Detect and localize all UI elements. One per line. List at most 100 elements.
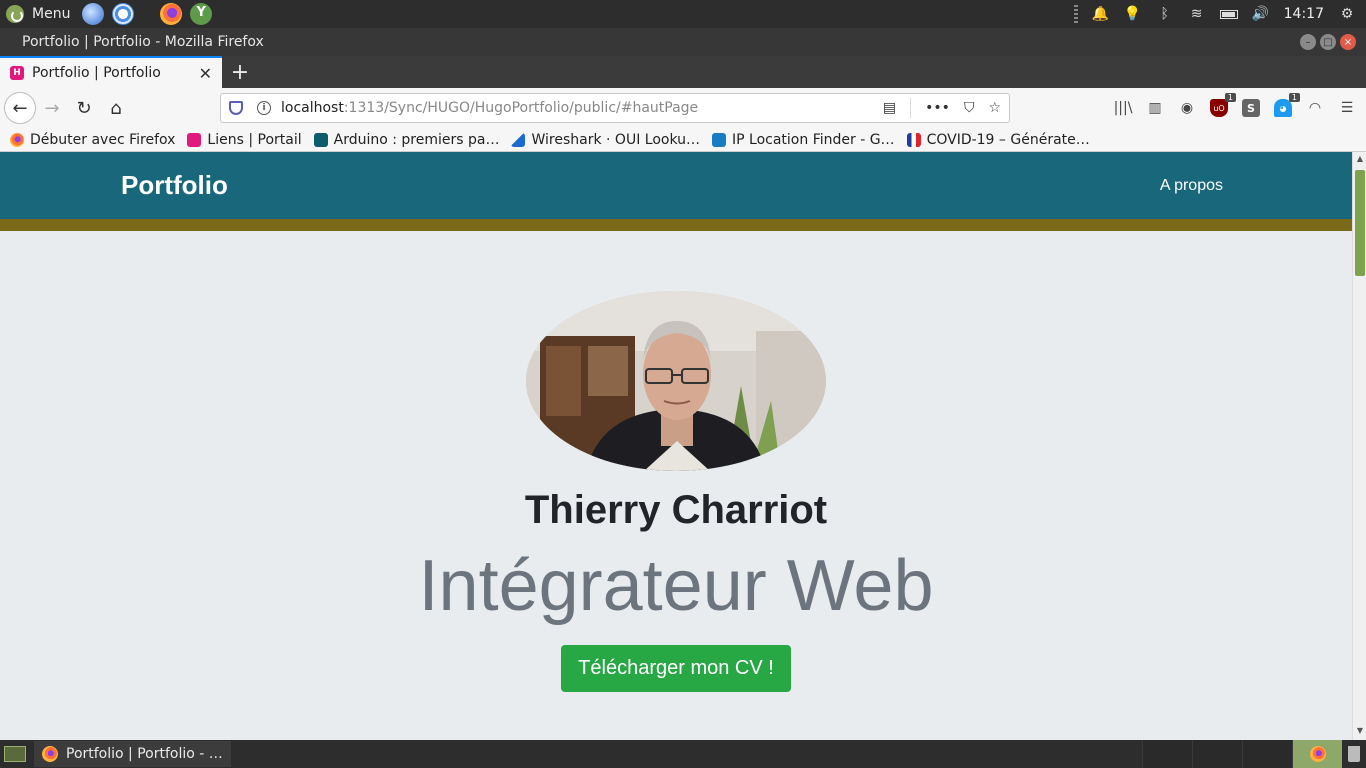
bookmark-item[interactable]: COVID-19 – Générate… [906,131,1090,148]
profile-name: Thierry Charriot [524,488,828,532]
site-header: Portfolio A propos [0,152,1352,219]
url-text[interactable]: localhost:1313/Sync/HUGO/HugoPortfolio/p… [281,100,698,116]
site-brand[interactable]: Portfolio [121,170,228,201]
taskbar-window-label: Portfolio | Portfolio - … [66,746,223,762]
forward-button[interactable]: → [36,92,68,124]
scroll-up-icon[interactable]: ▲ [1355,154,1365,166]
os-menu-label: Menu [32,6,71,22]
tracking-protection-shield-icon[interactable] [229,101,243,115]
bookmark-label: COVID-19 – Générate… [926,131,1090,148]
home-button[interactable]: ⌂ [100,92,132,124]
url-separator [910,98,912,118]
taskbar-firefox-window[interactable]: Portfolio | Portfolio - … [34,741,231,767]
os-clock[interactable]: 14:17 [1284,6,1324,22]
reader-view-icon[interactable]: ▤ [883,100,896,116]
nav-link-a-propos[interactable]: A propos [1160,177,1223,195]
ghostery-icon[interactable]: ◕ 1 [1274,93,1300,117]
page-scrollbar[interactable]: ▲ ▼ [1352,152,1366,740]
workspace-3[interactable] [1242,740,1292,768]
back-button[interactable]: ← [4,92,36,124]
profile-photo [526,291,826,471]
tray-grip-icon [1073,5,1078,23]
bookmark-item[interactable]: Wireshark · OUI Looku… [511,132,700,148]
window-maximize-button[interactable]: □ [1320,34,1336,50]
show-desktop-icon[interactable] [4,746,26,762]
firefox-icon [1309,746,1326,762]
url-path: :1313/Sync/HUGO/HugoPortfolio/public/#ha… [343,100,699,116]
workspace-1[interactable] [1142,740,1192,768]
yt-downloader-icon[interactable] [190,3,213,25]
scroll-down-icon[interactable]: ▼ [1355,726,1365,738]
chromium-icon[interactable] [112,3,135,25]
header-accent-strip [0,219,1352,231]
mint-logo-icon [6,5,24,23]
bookmark-label: Arduino : premiers pa… [333,131,500,148]
window-close-button[interactable]: × [1340,34,1356,50]
ublock-origin-icon[interactable]: uO 1 [1210,93,1236,117]
bookmark-item[interactable]: Liens | Portail [187,131,302,148]
hamburger-menu-icon[interactable]: ☰ [1338,99,1356,117]
firefox-icon[interactable] [160,3,183,25]
thunderbird-icon[interactable] [82,3,105,25]
wifi-icon[interactable]: ≋ [1188,5,1206,23]
window-title-bar: Portfolio | Portfolio - Mozilla Firefox … [0,28,1366,56]
bluetooth-icon[interactable]: ᛒ [1156,5,1174,23]
toolbar-icons: |||\ ▥ ◉ uO 1 S ◕ 1 ◠ ☰ [1114,88,1366,128]
workspace-4[interactable] [1292,740,1342,768]
settings-gear-icon[interactable]: ⚙ [1338,5,1356,23]
os-launchers [82,3,213,25]
account-icon[interactable]: ◉ [1178,99,1196,117]
page-actions-icon[interactable]: ••• [925,100,950,116]
bookmark-label: IP Location Finder - G… [732,131,895,148]
bookmark-star-icon[interactable]: ☆ [988,100,1001,116]
tab-title: Portfolio | Portfolio [32,65,161,81]
os-menu-button[interactable]: Menu [0,0,70,28]
download-cv-button[interactable]: Télécharger mon CV ! [561,645,791,692]
notification-bell-icon[interactable]: 🔔 [1092,5,1110,23]
pocket-icon[interactable]: ⛉ [964,100,975,116]
bookmark-label: Débuter avec Firefox [30,131,176,148]
arduino-icon [313,132,328,147]
tab-portfolio[interactable]: H Portfolio | Portfolio ✕ [0,56,222,88]
sidebar-icon[interactable]: ▥ [1146,99,1164,117]
hugo-icon [187,132,202,147]
profile-photo-illustration [526,291,826,471]
library-icon[interactable]: |||\ [1114,99,1133,117]
bookmark-label: Liens | Portail [207,131,302,148]
volume-icon[interactable]: 🔊 [1252,5,1270,23]
workspace-2[interactable] [1192,740,1242,768]
new-tab-button[interactable]: + [224,56,256,88]
bookmark-item[interactable]: IP Location Finder - G… [712,132,895,148]
tab-strip: H Portfolio | Portfolio ✕ + [0,56,1366,88]
bookmark-item[interactable]: Arduino : premiers pa… [313,131,500,148]
profile-role: Intégrateur Web [418,546,934,626]
battery-icon[interactable] [1219,9,1238,19]
ghostery-badge: 1 [1288,93,1300,102]
os-taskbar: Portfolio | Portfolio - … [0,740,1366,768]
navigation-toolbar: ← → ↻ ⌂ i localhost:1313/Sync/HUGO/HugoP… [0,88,1366,128]
window-title: Portfolio | Portfolio - Mozilla Firefox [22,34,264,50]
reload-button[interactable]: ↻ [68,92,100,124]
scroll-thumb[interactable] [1355,170,1365,276]
url-actions: ▤ ••• ⛉ ☆ [883,98,1009,118]
trash-icon[interactable] [1342,740,1366,768]
site-info-icon[interactable]: i [257,101,271,115]
bookmark-label: Wireshark · OUI Looku… [531,131,701,148]
os-top-panel: Menu 🔔 💡 ᛒ ≋ 🔊 14:17 ⚙ [0,0,1366,28]
ip-location-icon [712,132,727,147]
system-tray: 🔔 💡 ᛒ ≋ 🔊 14:17 ⚙ [1073,5,1366,23]
bookmark-item[interactable]: Débuter avec Firefox [10,132,175,148]
wireshark-icon [511,132,526,147]
workspace-switcher [1142,740,1366,768]
s-extension-icon[interactable]: S [1242,99,1260,117]
tab-close-icon[interactable]: ✕ [199,64,212,83]
bookmarks-bar: Débuter avec Firefox Liens | Portail Ard… [0,128,1366,152]
window-minimize-button[interactable]: – [1300,34,1316,50]
url-bar[interactable]: i localhost:1313/Sync/HUGO/HugoPortfolio… [220,93,1010,123]
extension-arc-icon[interactable]: ◠ [1306,99,1324,117]
redshift-bulb-icon[interactable]: 💡 [1124,5,1142,23]
ublock-badge: 1 [1224,93,1236,102]
gouv-icon [906,132,921,147]
hugo-favicon-icon: H [10,66,24,80]
firefox-icon [42,746,58,762]
